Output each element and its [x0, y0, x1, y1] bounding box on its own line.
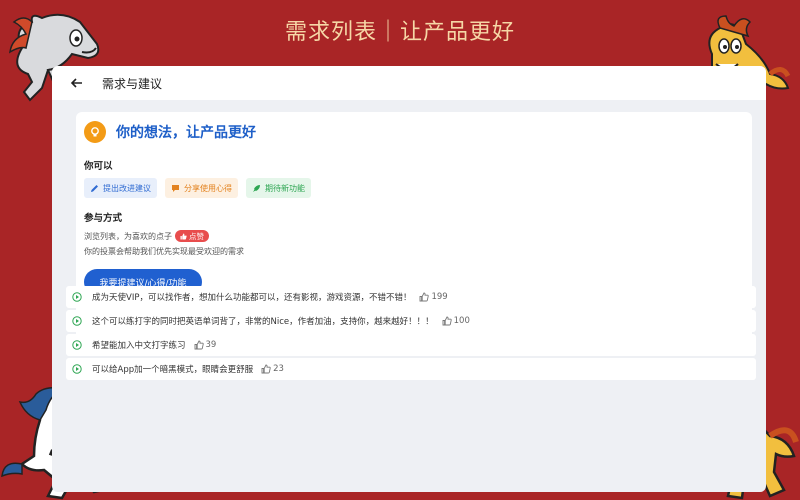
banner-title: 需求列表｜让产品更好 [284, 20, 515, 45]
nav-bar: 需求与建议 [52, 66, 766, 100]
chip-label: 期待新功能 [265, 183, 305, 193]
thumbs-up-icon [420, 292, 430, 302]
rocket-icon [253, 184, 260, 192]
request-text: 这个可以练打字的同时把英语单词背了，非常的Nice，作者加油，支持你，越来越好！… [92, 317, 434, 327]
share-experience-chip[interactable]: 分享使用心得 [165, 178, 238, 198]
arrow-left-icon[interactable] [66, 72, 88, 94]
chip-label: 提出改进建议 [103, 183, 151, 193]
thumbs-up-icon [442, 316, 452, 326]
vote-number: 23 [273, 364, 284, 374]
expect-feature-chip[interactable]: 期待新功能 [246, 178, 311, 198]
vote-number: 100 [453, 316, 470, 326]
play-circle-icon [72, 340, 82, 350]
play-circle-icon [72, 316, 82, 326]
option-chips: 提出改进建议 分享使用心得 期待新功能 [84, 178, 744, 198]
list-item[interactable]: 希望能加入中文打字练习 39 [66, 334, 756, 356]
pencil-icon [91, 184, 98, 192]
list-item[interactable]: 这个可以练打字的同时把英语单词背了，非常的Nice，作者加油，支持你，越来越好！… [66, 310, 756, 332]
browse-text: 浏览列表，为喜欢的点子 [84, 231, 172, 241]
chip-label: 分享使用心得 [184, 183, 232, 193]
suggest-improvement-chip[interactable]: 提出改进建议 [84, 178, 157, 198]
participate-label: 参与方式 [84, 213, 123, 224]
list-item[interactable]: 可以给App加一个暗黑模式，眼睛会更舒服 23 [66, 358, 756, 380]
like-badge: 点赞 [175, 230, 209, 242]
vote-count[interactable]: 39 [194, 340, 217, 350]
request-text: 成为天使VIP，可以找作者，想加什么功能都可以，还有影视，游戏资源，不错不错！ [92, 293, 412, 303]
hero-row: 你的想法，让产品更好 [84, 118, 744, 146]
vote-count[interactable]: 199 [419, 292, 448, 302]
vote-number: 199 [431, 292, 448, 302]
thumbs-up-icon [194, 340, 204, 350]
chat-bubble-icon [172, 184, 179, 192]
vote-text: 你的投票会帮助我们优先实现最受欢迎的需求 [84, 247, 244, 256]
thumbs-up-icon [261, 364, 271, 374]
play-circle-icon [72, 292, 82, 302]
request-list: 成为天使VIP，可以找作者，想加什么功能都可以，还有影视，游戏资源，不错不错！ … [66, 286, 756, 382]
vote-count[interactable]: 100 [442, 316, 470, 326]
lightbulb-icon [84, 121, 106, 143]
play-circle-icon [72, 364, 82, 374]
vote-count[interactable]: 23 [261, 364, 284, 374]
browse-line: 浏览列表，为喜欢的点子 点赞 [84, 230, 744, 242]
headline: 你的想法，让产品更好 [116, 125, 256, 141]
page-title: 需求与建议 [102, 76, 163, 91]
can-label: 你可以 [84, 161, 113, 172]
request-text: 希望能加入中文打字练习 [92, 341, 186, 351]
thumbs-up-icon [180, 233, 187, 239]
request-text: 可以给App加一个暗黑模式，眼睛会更舒服 [92, 365, 254, 375]
app-window: 需求与建议 你的想法，让产品更好 你可以 提出改进建议 分享使用心得 期待新功能 [52, 66, 766, 492]
list-item[interactable]: 成为天使VIP，可以找作者，想加什么功能都可以，还有影视，游戏资源，不错不错！ … [66, 286, 756, 308]
like-badge-label: 点赞 [189, 231, 204, 241]
vote-number: 39 [205, 340, 217, 350]
